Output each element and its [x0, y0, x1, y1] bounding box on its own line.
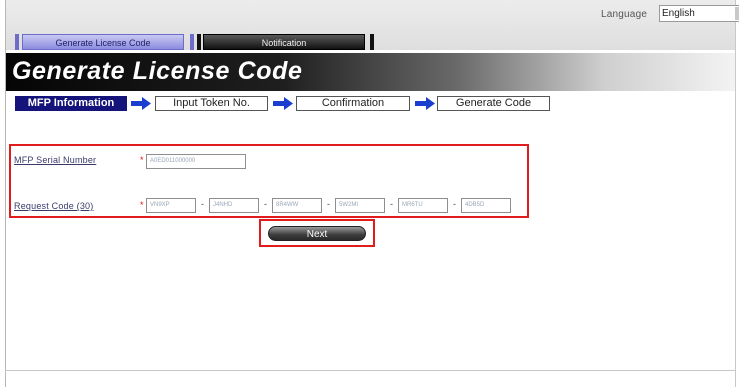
top-bar: Language English Generate License Code N… — [6, 0, 739, 50]
request-code-field-6[interactable]: 4DB5D — [461, 198, 511, 213]
step-arrow-icon — [131, 97, 151, 110]
language-label: Language — [601, 9, 648, 20]
request-code-separator: - — [327, 199, 330, 209]
step-mfp-information: MFP Information — [15, 96, 127, 111]
request-code-field-2[interactable]: J4NHD — [209, 198, 259, 213]
tab-divider-icon — [15, 34, 19, 50]
tab-divider-icon — [197, 34, 201, 50]
step-confirmation: Confirmation — [296, 96, 410, 111]
mfp-serial-number-label: MFP Serial Number — [14, 155, 97, 165]
request-code-separator: - — [390, 199, 393, 209]
request-code-separator: - — [453, 199, 456, 209]
step-input-token: Input Token No. — [155, 96, 268, 111]
mfp-serial-number-field[interactable]: A0ED011000000 — [146, 154, 246, 169]
tab-notification[interactable]: Notification — [203, 34, 365, 50]
request-code-field-5[interactable]: MR6TU — [398, 198, 448, 213]
tab-generate-license-code[interactable]: Generate License Code — [22, 34, 184, 50]
tab-divider-icon — [190, 34, 194, 50]
request-code-field-4[interactable]: 5W2MI — [335, 198, 385, 213]
page-header-banner: Generate License Code — [6, 53, 735, 91]
tab-divider-icon — [370, 34, 374, 50]
required-marker: * — [140, 200, 144, 210]
dropdown-arrow-icon — [735, 7, 739, 20]
required-marker: * — [140, 155, 144, 165]
request-code-separator: - — [264, 199, 267, 209]
page-title: Generate License Code — [12, 57, 303, 85]
step-arrow-icon — [273, 97, 293, 110]
language-value: English — [662, 8, 695, 19]
request-code-separator: - — [201, 199, 204, 209]
request-code-label: Request Code (30) — [14, 201, 94, 211]
request-code-field-3[interactable]: 8R4WW — [272, 198, 322, 213]
step-arrow-icon — [415, 97, 435, 110]
next-button[interactable]: Next — [268, 226, 366, 241]
page-right-border — [735, 0, 736, 387]
request-code-field-1[interactable]: VN9XP — [146, 198, 196, 213]
language-select[interactable]: English — [659, 5, 739, 22]
step-generate-code: Generate Code — [437, 96, 550, 111]
page-bottom-border — [5, 370, 736, 371]
